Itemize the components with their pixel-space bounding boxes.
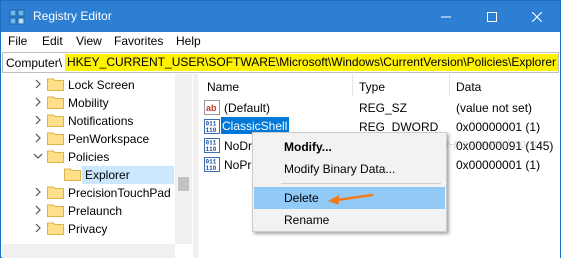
folder-icon [47,114,64,127]
tree-item-penworkspace[interactable]: PenWorkspace [2,130,174,148]
folder-icon [47,222,64,235]
menu-item-label: Delete [284,191,319,205]
menu-item-modify[interactable]: Modify... [254,136,445,158]
maximize-button[interactable] [469,1,515,32]
tree-item-precisiontouchpad[interactable]: PrecisionTouchPad [2,184,174,202]
title-bar[interactable]: Registry Editor [1,1,560,32]
arrow-left-icon [328,193,374,204]
tree-item-label: PenWorkspace [68,132,150,146]
tree-item-label: PrecisionTouchPad [68,186,171,200]
column-separator[interactable] [449,74,450,96]
chevron-right-icon[interactable] [33,205,43,215]
context-menu: Modify... Modify Binary Data... Delete R… [252,132,447,232]
chevron-right-icon[interactable] [33,223,43,233]
value-name: (Default) [224,101,271,115]
tree-item-label: Privacy [68,222,108,236]
folder-icon [47,78,64,91]
tree-item-label: Prelaunch [68,204,123,218]
value-name: NoDr [224,139,253,153]
scrollbar-thumb[interactable] [178,177,189,191]
menu-item-label: Rename [284,213,330,227]
string-value-icon: ab [204,100,220,115]
tree-item-privacy[interactable]: Privacy [2,220,174,238]
menu-item-label: Modify... [284,140,332,154]
menu-item-modify-binary-data[interactable]: Modify Binary Data... [254,158,445,180]
registry-key-tree: Lock Screen Mobility Notifications PenWo… [2,74,193,258]
tree-item-notifications[interactable]: Notifications [2,112,174,130]
address-prefix: Computer\ [6,56,63,70]
column-header-type[interactable]: Type [359,80,385,94]
menu-item-label: Modify Binary Data... [284,162,396,176]
folder-icon [47,132,64,145]
folder-icon [47,204,64,217]
tree-item-policies[interactable]: Policies [2,148,174,166]
svg-text:110: 110 [206,146,217,153]
menu-favorites[interactable]: Favorites [114,34,163,48]
chevron-right-icon[interactable] [33,115,43,125]
tree-item-label: Notifications [68,114,134,128]
folder-icon [47,96,64,109]
address-bar[interactable]: Computer\ HKEY_CURRENT_USER\SOFTWARE\Mic… [2,52,559,73]
maximize-icon [487,11,497,22]
menu-item-delete[interactable]: Delete [254,187,445,209]
close-icon [531,11,543,23]
value-type: REG_SZ [359,101,408,115]
chevron-right-icon[interactable] [33,79,43,89]
tree-item-explorer[interactable]: Explorer [2,166,174,184]
value-data: (value not set) [456,101,533,115]
tree-item-label: Lock Screen [68,78,135,92]
chevron-down-icon[interactable] [33,151,43,161]
menu-edit[interactable]: Edit [42,34,63,48]
close-button[interactable] [514,1,560,32]
column-header-name[interactable]: Name [207,80,239,94]
dword-value-icon: 011 110 [204,119,220,134]
svg-text:110: 110 [206,165,217,172]
dword-value-icon: 011 110 [204,157,220,172]
tree-item-label: Explorer [85,168,130,182]
tree-item-label: Mobility [68,96,109,110]
column-header-data[interactable]: Data [456,80,481,94]
chevron-right-icon[interactable] [33,187,43,197]
value-data: 0x00000001 (1) [456,120,541,134]
minimize-button[interactable] [423,1,469,32]
dword-value-icon: 011 110 [204,138,220,153]
tree-item-mobility[interactable]: Mobility [2,94,174,112]
tree-item-prelaunch[interactable]: Prelaunch [2,202,174,220]
registry-editor-app-icon [9,9,25,25]
svg-text:110: 110 [206,127,217,134]
svg-text:ab: ab [206,103,217,113]
menu-view[interactable]: View [76,34,102,48]
chevron-right-icon[interactable] [33,97,43,107]
menu-bar: File Edit View Favorites Help [1,32,560,51]
menu-file[interactable]: File [8,34,27,48]
folder-icon [47,186,64,199]
value-name: NoPr [224,158,252,172]
menu-help[interactable]: Help [176,34,201,48]
tree-item-label: Policies [68,150,110,164]
minimize-icon [441,16,451,18]
address-path-highlighted: HKEY_CURRENT_USER\SOFTWARE\Microsoft\Win… [65,54,559,71]
tree-horizontal-scrollbar[interactable] [2,244,175,258]
value-row-default[interactable]: ab (Default) REG_SZ (value not set) [198,98,560,117]
registry-editor-window: Registry Editor File Edit View Favorites… [0,0,561,258]
menu-item-rename[interactable]: Rename [254,209,445,231]
column-separator[interactable] [352,74,353,96]
folder-open-icon [47,150,64,163]
menu-separator [281,183,441,184]
window-title: Registry Editor [33,9,112,23]
value-data: 0x00000001 (1) [456,158,541,172]
tree-vertical-scrollbar[interactable] [175,74,192,244]
chevron-right-icon[interactable] [33,133,43,143]
tree-item-lock-screen[interactable]: Lock Screen [2,76,174,94]
folder-icon [64,168,81,181]
